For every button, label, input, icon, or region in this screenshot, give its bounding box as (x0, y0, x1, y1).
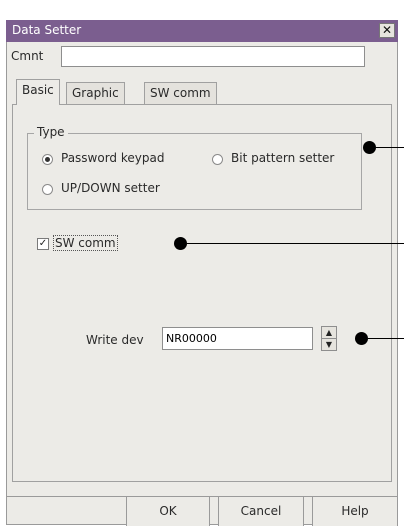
callout-marker-type (363, 141, 376, 154)
callout-marker-write-dev (355, 332, 368, 345)
cancel-button-label: Cancel (240, 504, 282, 518)
tab-sw-comm-label: SW comm (150, 86, 211, 100)
type-group-legend: Type (34, 125, 68, 139)
arrow-down-icon: ▼ (325, 340, 333, 349)
ok-button[interactable]: OK (126, 496, 210, 526)
spin-up-button[interactable]: ▲ (322, 327, 336, 339)
help-button-label: Help (341, 504, 369, 518)
close-icon: ✕ (381, 23, 393, 37)
ok-button-label: OK (159, 504, 177, 518)
type-groupbox (27, 133, 362, 210)
callout-leader-type (376, 147, 404, 148)
write-dev-spinner[interactable]: ▲ ▼ (321, 326, 337, 351)
tab-graphic-label: Graphic (72, 86, 119, 100)
radio-password-keypad[interactable] (42, 154, 53, 165)
tab-basic[interactable]: Basic (16, 79, 60, 105)
title-bar[interactable]: Data Setter ✕ (6, 20, 398, 42)
arrow-up-icon: ▲ (325, 328, 333, 337)
tab-graphic[interactable]: Graphic (66, 82, 125, 104)
comment-label: Cmnt (11, 49, 44, 63)
callout-leader-sw-comm (187, 243, 404, 244)
spin-down-button[interactable]: ▼ (322, 339, 336, 350)
write-dev-label: Write dev (86, 333, 144, 347)
radio-bit-pattern-setter[interactable] (212, 154, 223, 165)
radio-up-down-setter[interactable] (42, 184, 53, 195)
callout-marker-sw-comm (174, 237, 187, 250)
sw-comm-checkbox-label[interactable]: SW comm (53, 235, 118, 251)
callout-leader-write-dev (368, 338, 404, 339)
close-button[interactable]: ✕ (379, 23, 395, 38)
sw-comm-checkbox[interactable]: ✓ (37, 238, 49, 250)
write-dev-input[interactable] (162, 327, 313, 350)
comment-input[interactable] (61, 46, 365, 67)
radio-bit-pattern-setter-label[interactable]: Bit pattern setter (231, 151, 334, 165)
tab-basic-label: Basic (22, 83, 54, 97)
cancel-button[interactable]: Cancel (218, 496, 304, 526)
radio-password-keypad-label[interactable]: Password keypad (61, 151, 164, 165)
radio-up-down-setter-label[interactable]: UP/DOWN setter (61, 181, 160, 195)
help-button[interactable]: Help (312, 496, 398, 526)
window-title: Data Setter (12, 23, 82, 37)
tab-sw-comm[interactable]: SW comm (144, 82, 217, 104)
